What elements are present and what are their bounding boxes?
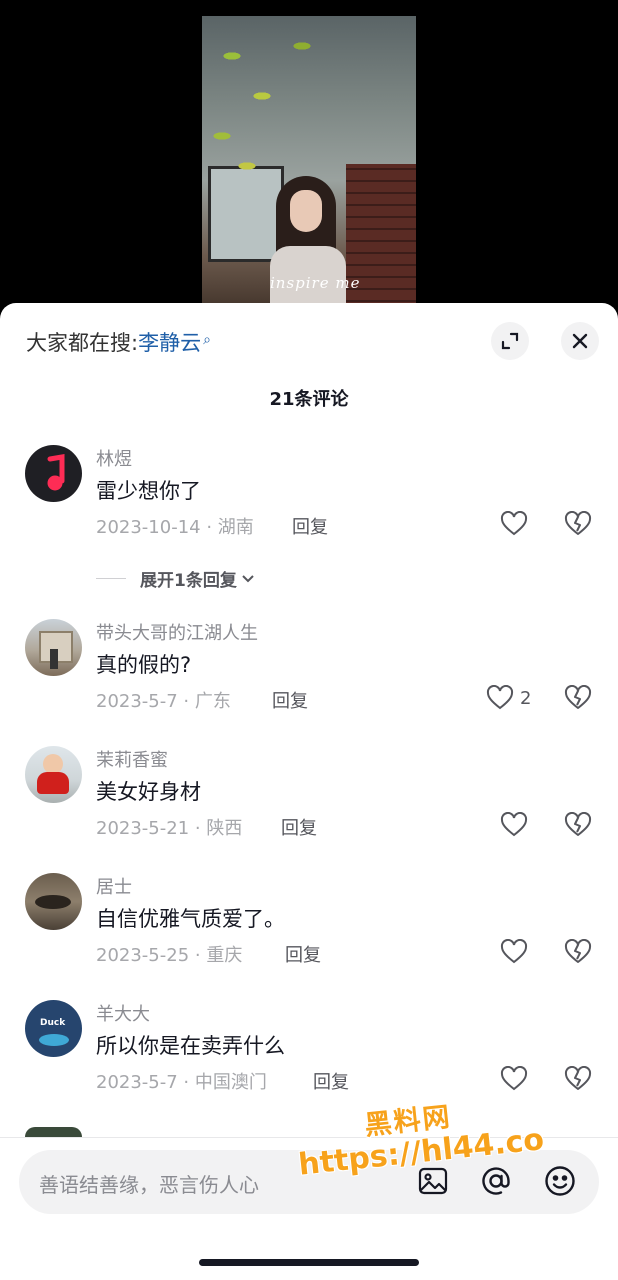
- broken-heart-icon: [564, 1065, 592, 1090]
- comment-author[interactable]: 林煜: [96, 445, 132, 471]
- expand-replies-label: 展开1条回复: [140, 571, 237, 591]
- dislike-button[interactable]: [564, 938, 592, 969]
- divider-line: [96, 578, 126, 579]
- comment-meta: 2023-5-21 · 陕西: [96, 818, 243, 839]
- comment-count-title: 21条评论: [269, 389, 349, 410]
- comment-meta: 2023-5-7 · 中国澳门: [96, 1072, 267, 1093]
- expand-replies-button[interactable]: 展开1条回复: [96, 566, 256, 591]
- like-button[interactable]: [500, 939, 528, 965]
- broken-heart-icon: [564, 938, 592, 963]
- like-button[interactable]: 2: [486, 685, 531, 711]
- comment-meta: 2023-10-14 · 湖南: [96, 517, 254, 538]
- avatar[interactable]: [25, 746, 82, 803]
- avatar[interactable]: [25, 873, 82, 930]
- comment-text[interactable]: 雷少想你了: [96, 475, 201, 505]
- search-icon: ⌕: [203, 332, 211, 348]
- home-indicator[interactable]: [199, 1259, 419, 1266]
- video-person: [268, 176, 348, 316]
- reply-button[interactable]: 回复: [313, 1068, 349, 1094]
- comment-meta: 2023-5-25 · 重庆: [96, 945, 243, 966]
- broken-heart-icon: [564, 684, 592, 709]
- video-brick-wall: [346, 164, 416, 316]
- comment-author[interactable]: 居士: [96, 873, 132, 899]
- chevron-down-icon: [242, 574, 254, 582]
- emoji-icon[interactable]: [543, 1164, 577, 1198]
- mention-icon[interactable]: [479, 1164, 513, 1198]
- reply-button[interactable]: 回复: [281, 814, 317, 840]
- broken-heart-icon: [564, 510, 592, 535]
- reply-button[interactable]: 回复: [272, 687, 308, 713]
- comment-author[interactable]: 带头大哥的江湖人生: [96, 619, 258, 645]
- comment-input-placeholder: 善语结善缘，恶言伤人心: [39, 1173, 259, 1197]
- avatar[interactable]: [25, 1127, 82, 1137]
- expand-button[interactable]: [491, 322, 529, 360]
- dislike-button[interactable]: [564, 1065, 592, 1096]
- comment-text[interactable]: 自信优雅气质爱了。: [96, 903, 285, 933]
- comment-author[interactable]: 羊大大: [96, 1000, 150, 1026]
- like-button[interactable]: [500, 812, 528, 838]
- close-button[interactable]: [561, 322, 599, 360]
- dislike-button[interactable]: [564, 684, 592, 715]
- broken-heart-icon: [564, 811, 592, 836]
- heart-icon: [500, 511, 528, 536]
- avatar-duck-label: Duck: [40, 1018, 66, 1028]
- comment-meta: 2023-5-7 · 广东: [96, 691, 231, 712]
- heart-icon: [500, 939, 528, 964]
- comment-text[interactable]: 真的假的?: [96, 649, 191, 679]
- avatar[interactable]: [25, 445, 82, 502]
- comment-text[interactable]: 美女好身材: [96, 776, 201, 806]
- comment-text[interactable]: 所以你是在卖弄什么: [96, 1030, 285, 1060]
- heart-icon: [500, 812, 528, 837]
- heart-icon: [486, 685, 514, 710]
- video-preview[interactable]: inspire me: [202, 16, 416, 316]
- search-prefix: 大家都在搜:: [26, 331, 139, 355]
- like-count: 2: [520, 687, 532, 709]
- dislike-button[interactable]: [564, 811, 592, 842]
- avatar[interactable]: Duck: [25, 1000, 82, 1057]
- search-suggestion[interactable]: 大家都在搜:李静云 ⌕: [26, 327, 211, 357]
- close-icon: [572, 333, 588, 349]
- like-button[interactable]: [500, 511, 528, 537]
- video-leaves: [202, 16, 352, 186]
- avatar[interactable]: [25, 619, 82, 676]
- video-caption: inspire me: [270, 274, 361, 292]
- reply-button[interactable]: 回复: [285, 941, 321, 967]
- search-keyword[interactable]: 李静云: [138, 331, 201, 355]
- expand-icon: [501, 332, 519, 350]
- reply-button[interactable]: 回复: [292, 513, 328, 539]
- music-note-icon: [47, 454, 65, 491]
- comment-author[interactable]: 茉莉香蜜: [96, 746, 168, 772]
- dislike-button[interactable]: [564, 510, 592, 541]
